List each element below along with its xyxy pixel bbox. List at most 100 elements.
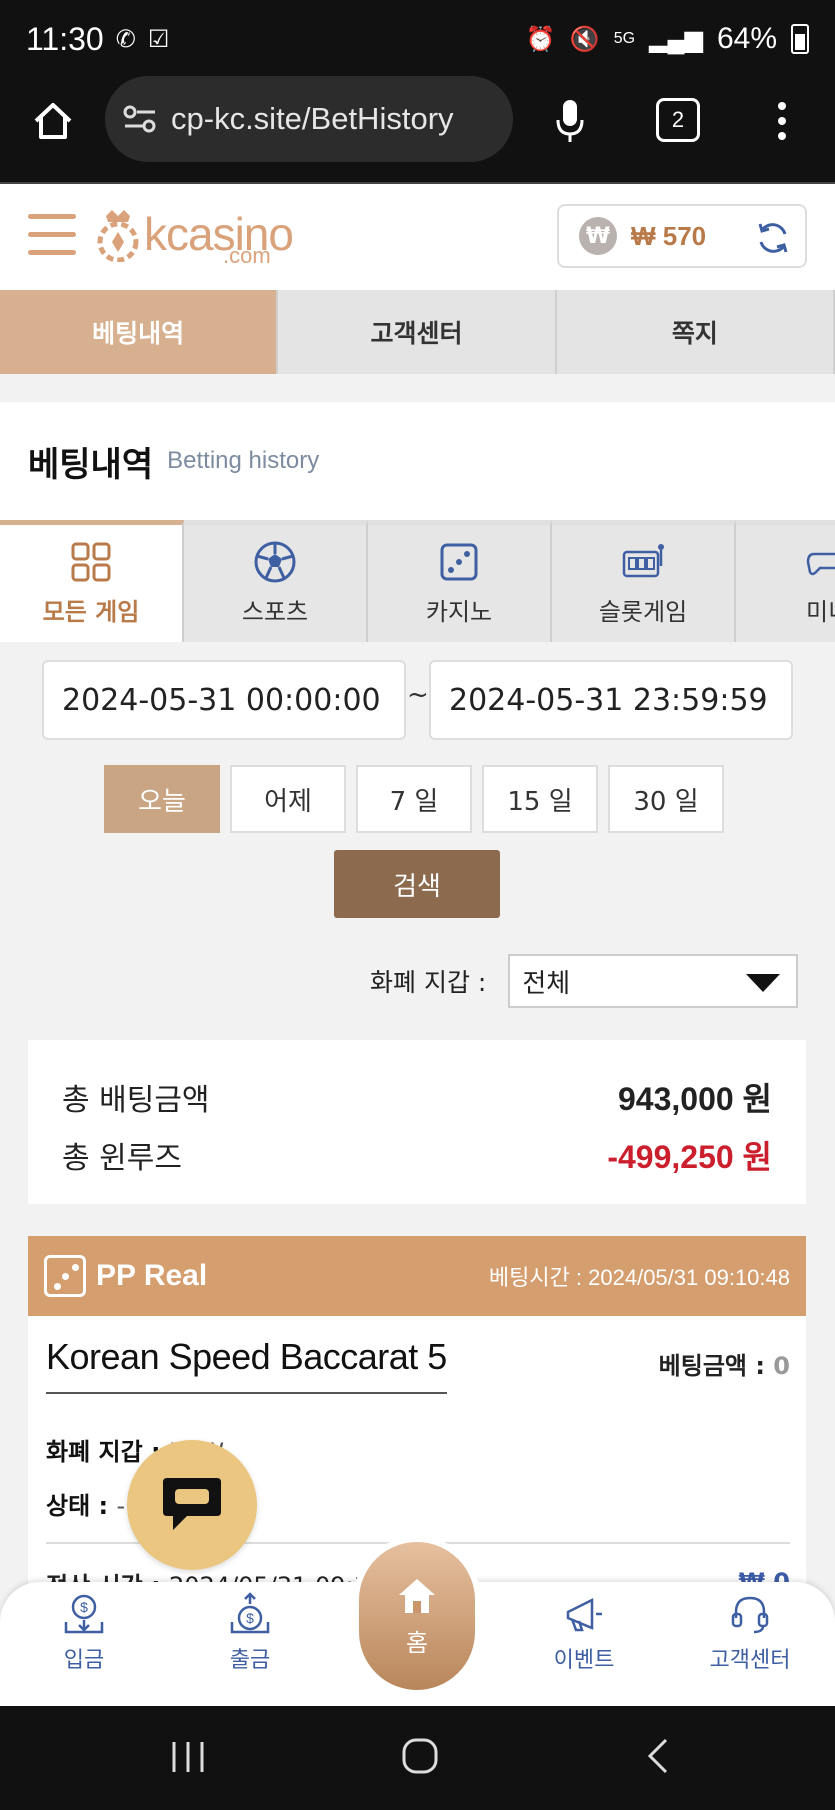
total-bet-value: 943,000 원 [617, 1081, 772, 1117]
balance-amount: ₩ 570 [631, 220, 707, 251]
wallet-select[interactable]: 전체 [508, 954, 799, 1008]
tab-mini-games[interactable]: 미니 [736, 520, 835, 642]
quick-range-buttons: 오늘 어제 7 일 15 일 30 일 [104, 765, 724, 833]
range-15days-button[interactable]: 15 일 [482, 765, 598, 833]
nav-withdraw[interactable]: $ 출금 [190, 1592, 310, 1674]
nav-support[interactable]: 고객센터 [690, 1592, 810, 1674]
menu-icon[interactable] [28, 214, 76, 256]
house-icon [399, 1578, 435, 1613]
site-logo[interactable]: kcasino .com [92, 204, 294, 268]
refresh-icon[interactable] [755, 220, 791, 256]
date-from-input[interactable]: 2024-05-31 00:00:00 [42, 660, 406, 740]
chip-crown-icon [97, 210, 139, 262]
tab-betting-history[interactable]: 베팅내역 [0, 290, 279, 374]
nav-event[interactable]: 이벤트 [524, 1592, 644, 1674]
wallet-select-value: 전체 [522, 968, 571, 999]
card-status-row: 상태 : - [46, 1486, 125, 1521]
page-title-box: 베팅내역 Betting history [0, 402, 835, 520]
bet-card-header: PP Real 베팅시간 : 2024/05/31 09:10:48 [28, 1236, 806, 1316]
tab-slot-games[interactable]: 슬롯게임 [552, 520, 736, 642]
chat-bubble-icon [163, 1478, 221, 1530]
alarm-icon: ⏰ [525, 25, 556, 53]
svg-text:$: $ [246, 1610, 254, 1626]
game-name: Korean Speed Baccarat 5 [46, 1336, 447, 1394]
url-text: cp-kc.site/BetHistory [171, 101, 454, 136]
page-subtitle: Betting history [167, 447, 320, 474]
tab-label: 슬롯게임 [598, 598, 688, 626]
total-bet-row: 총 배팅금액 943,000 원 [62, 1068, 772, 1126]
tab-casino[interactable]: 카지노 [368, 520, 552, 642]
bet-amount-value: 0 [773, 1352, 790, 1380]
home-icon[interactable] [28, 96, 78, 146]
tab-label: 미니 [806, 598, 835, 626]
nav-withdraw-label: 출금 [229, 1648, 271, 1673]
status-time: 11:30 [26, 20, 104, 57]
tab-label: 카지노 [425, 598, 493, 626]
slot-machine-icon [622, 544, 664, 578]
microphone-icon[interactable] [548, 96, 592, 146]
signal-icon: ▂▄▆ [649, 25, 703, 53]
live-chat-button[interactable] [127, 1440, 257, 1570]
svg-text:$: $ [80, 1599, 88, 1615]
date-to-input[interactable]: 2024-05-31 23:59:59 [429, 660, 793, 740]
site-settings-icon[interactable] [123, 104, 157, 134]
winloss-label: 총 윈루즈 [62, 1141, 182, 1176]
range-7days-button[interactable]: 7 일 [356, 765, 472, 833]
winloss-row: 총 윈루즈 -499,250 원 [62, 1126, 772, 1184]
tab-all-games[interactable]: 모든 게임 [0, 520, 184, 642]
bet-amount-label: 베팅금액 : [658, 1352, 774, 1380]
category-tabs: 모든 게임 스포츠 카지노 슬롯게임 미니 [0, 520, 835, 642]
back-icon[interactable] [640, 1736, 680, 1780]
android-nav-bar [0, 1706, 835, 1810]
tab-switcher-button[interactable]: 2 [656, 98, 700, 142]
nav-event-label: 이벤트 [553, 1648, 615, 1673]
summary-box: 총 배팅금액 943,000 원 총 윈루즈 -499,250 원 [28, 1040, 806, 1204]
total-bet-label: 총 배팅금액 [62, 1083, 210, 1118]
nav-deposit-label: 입금 [63, 1648, 105, 1673]
battery-icon [791, 24, 809, 54]
page-title: 베팅내역 [28, 444, 154, 485]
gamepad-icon [806, 552, 835, 576]
range-yesterday-button[interactable]: 어제 [230, 765, 346, 833]
range-30days-button[interactable]: 30 일 [608, 765, 724, 833]
status-bar: 11:30 ✆ ☑ ⏰ 🔇 5G ▂▄▆ 64% [0, 0, 835, 78]
android-home-icon[interactable] [400, 1736, 440, 1780]
wallet-filter: 화폐 지갑 : 전체 [370, 954, 799, 1008]
nav-home-label: 홈 [405, 1628, 429, 1657]
nav-deposit[interactable]: $ 입금 [24, 1592, 144, 1674]
tab-label: 모든 게임 [42, 598, 140, 626]
tab-customer-center[interactable]: 고객센터 [278, 290, 557, 374]
date-separator: ~ [407, 680, 429, 710]
headset-icon [731, 1596, 769, 1634]
chevron-down-icon [746, 974, 781, 992]
volte-icon: ✆ [115, 25, 136, 53]
search-button[interactable]: 검색 [334, 850, 500, 918]
wallet-filter-label: 화폐 지갑 : [370, 968, 487, 997]
checkbox-notification-icon: ☑ [147, 25, 170, 53]
more-options-icon[interactable] [764, 96, 800, 146]
network-type: 5G [613, 30, 636, 47]
provider-name: PP Real [96, 1259, 208, 1292]
tab-messages[interactable]: 쪽지 [556, 290, 835, 374]
dice-icon [44, 1255, 86, 1297]
bet-time: 베팅시간 : 2024/05/31 09:10:48 [488, 1265, 790, 1290]
grid-icon [71, 542, 111, 582]
balance-box[interactable]: ₩ ₩ 570 [557, 204, 807, 268]
winloss-value: -499,250 원 [607, 1139, 772, 1175]
bet-amount: 베팅금액 : 0 [659, 1346, 790, 1381]
won-icon: ₩ [579, 217, 617, 255]
tab-label: 스포츠 [241, 598, 309, 626]
range-today-button[interactable]: 오늘 [104, 765, 220, 833]
main-nav: 베팅내역 고객센터 쪽지 [0, 290, 835, 374]
nav-home-button[interactable]: 홈 [353, 1536, 481, 1696]
recent-apps-icon[interactable] [168, 1736, 208, 1780]
megaphone-icon [566, 1597, 602, 1632]
battery-percent: 64% [716, 22, 777, 55]
card-status-value: - [116, 1492, 126, 1520]
site-header: kcasino .com ₩ ₩ 570 [0, 182, 835, 290]
tab-sports[interactable]: 스포츠 [184, 520, 368, 642]
mute-icon: 🔇 [569, 25, 600, 53]
dice-icon [440, 543, 478, 581]
address-bar[interactable]: cp-kc.site/BetHistory [105, 76, 513, 162]
deposit-icon: $ [64, 1594, 104, 1634]
